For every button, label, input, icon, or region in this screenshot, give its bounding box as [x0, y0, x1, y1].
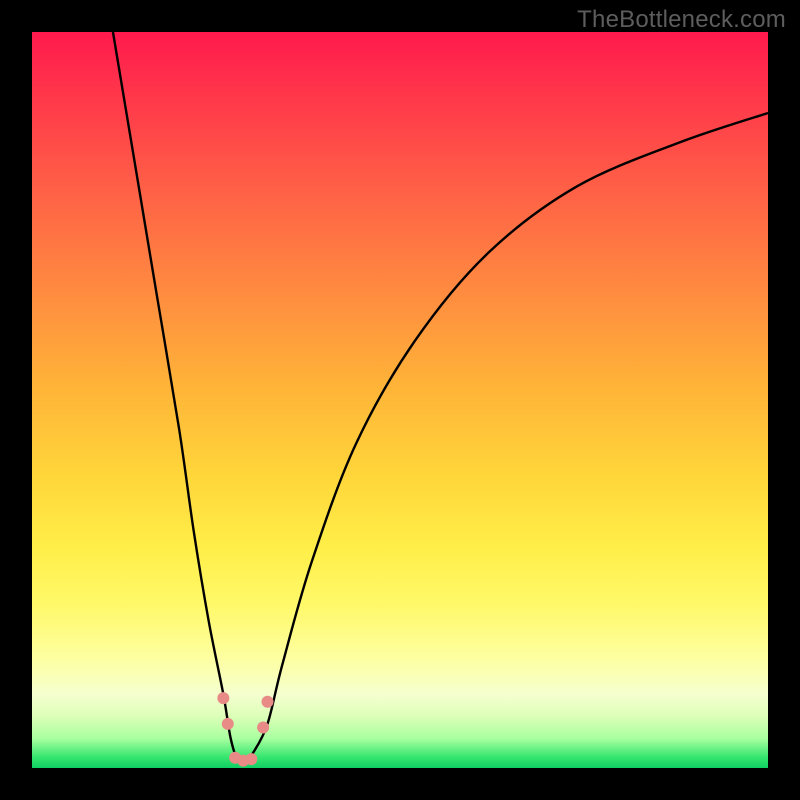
watermark-text: TheBottleneck.com — [577, 6, 786, 34]
curve-markers — [217, 692, 273, 767]
plot-area — [32, 32, 768, 768]
curve-svg — [32, 32, 768, 768]
right-cluster-upper — [262, 696, 274, 708]
bottom-3 — [245, 753, 257, 765]
bottleneck-curve — [113, 32, 768, 763]
outer-frame: TheBottleneck.com — [0, 0, 800, 800]
left-cluster-lower — [222, 718, 234, 730]
right-cluster-lower — [257, 722, 269, 734]
left-cluster-upper — [217, 692, 229, 704]
